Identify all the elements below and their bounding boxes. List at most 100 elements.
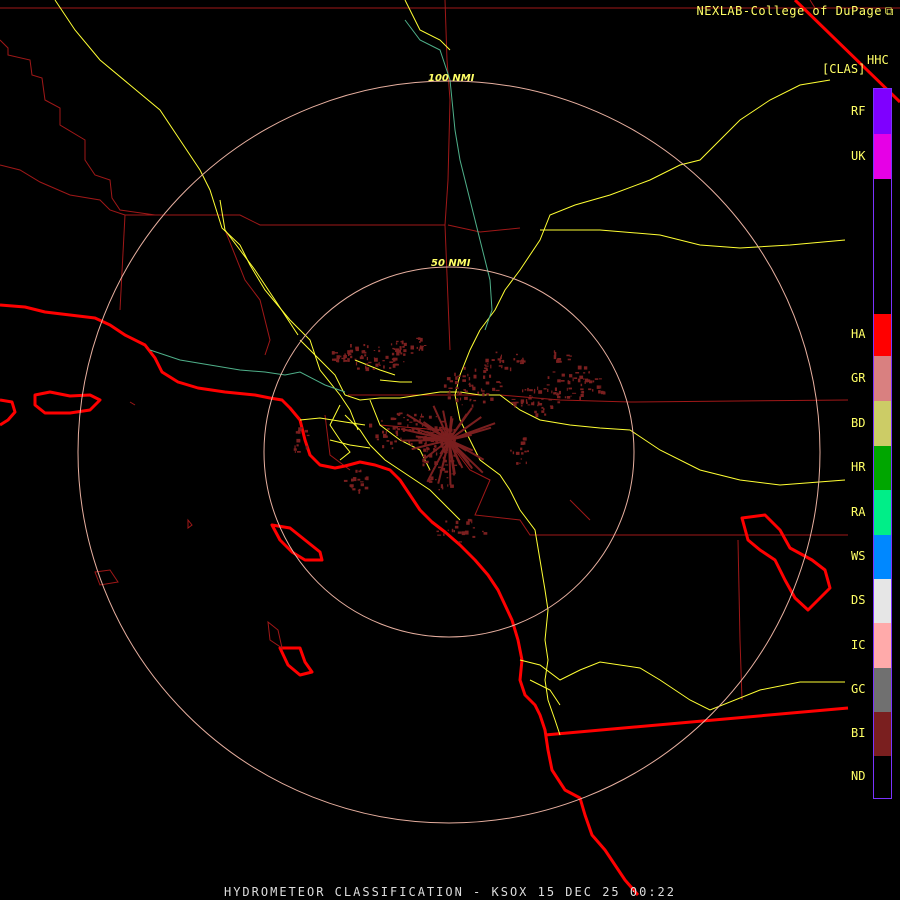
echo-pixel [306,434,310,437]
echo-pixel [588,388,592,391]
echo-pixel [347,350,349,355]
legend-swatch-gc [874,668,891,712]
echo-pixel [435,452,438,456]
credit-label: NEXLAB-College of DuPage ⧉ [697,5,894,17]
echo-pixel [471,404,474,408]
echo-pixel [366,345,369,349]
echo-pixel [385,430,387,434]
echo-pixel [402,345,405,348]
echo-pixel [544,413,547,416]
echo-pixel [477,391,480,395]
echo-pixel [490,397,494,401]
echo-pixel [510,449,512,452]
echo-pixel [391,447,394,450]
echo-pixel [397,428,401,431]
echo-pixel [541,397,544,400]
echo-pixel [455,387,459,389]
echo-pixel [533,401,535,406]
legend-swatch-ws [874,535,891,579]
echo-pixel [519,362,524,365]
county-boundaries [0,0,900,701]
echo-pixel [567,380,570,384]
echo-pixel [575,372,580,374]
echo-pixel [372,368,376,370]
echo-pixel [395,426,398,429]
product-title: HYDROMETEOR CLASSIFICATION - KSOX 15 DEC… [223,885,676,899]
echo-pixel [382,360,385,362]
echo-pixel [547,388,549,392]
echo-pixel [470,398,472,401]
echo-pixel [379,364,381,366]
echo-pixel [392,347,395,350]
legend-swatch-bi [874,712,891,756]
echo-pixel [366,363,369,365]
range-ring-label-50: 50 NMI [431,258,471,269]
echo-pixel [543,388,547,390]
echo-pixel [556,393,560,396]
echo-pixel [390,441,393,445]
echo-pixel [297,451,301,453]
echo-pixel [483,375,486,379]
echo-pixel [350,484,354,488]
echo-pixel [557,379,561,383]
echo-pixel [603,391,606,395]
echo-pixel [454,380,459,385]
echo-pixel [516,353,518,356]
echo-pixel [421,413,423,417]
echo-pixel [482,530,484,533]
echo-pixel [381,419,383,422]
echo-pixel [570,395,572,397]
echo-pixel [392,363,396,368]
echo-pixel [458,391,461,396]
echo-pixel [472,535,476,538]
echo-pixel [547,376,550,379]
echo-pixel [403,353,406,356]
echo-pixel [352,488,356,491]
echo-pixel [534,410,537,414]
radar-display: 50 NMI 100 NMI NEXLAB-College of DuPage ⧉… [0,0,900,900]
legend-label-bi: BI [851,726,866,740]
echo-pixel [574,377,578,379]
echo-pixel [447,396,451,400]
echo-pixel [473,374,477,379]
echo-pixel [440,484,443,488]
echo-pixel [455,520,459,525]
echo-pixel [410,442,413,446]
echo-pixel [537,401,540,406]
echo-pixel [580,388,584,391]
echo-pixel [397,422,402,425]
echo-pixel [521,452,524,455]
echo-pixel [395,342,398,345]
echo-pixel [396,351,400,356]
external-link-icon[interactable]: ⧉ [885,4,894,18]
echo-pixel [385,355,389,359]
echo-pixel [343,354,347,359]
echo-pixel [457,375,461,377]
echo-pixel [351,487,353,489]
echo-pixel [445,520,448,523]
echo-pixel [446,477,449,479]
echo-pixel [373,357,375,359]
echo-pixel [516,401,519,404]
legend-label-ds: DS [851,593,866,607]
echo-pixel [513,401,516,406]
echo-pixel [546,384,550,386]
legend-label-gr: GR [851,370,866,385]
echo-pixel [455,398,459,403]
echo-pixel [481,390,485,392]
echo-pixel [387,428,390,430]
echo-pixel [448,387,452,389]
echo-pixel [557,396,561,399]
echo-pixel [411,427,415,430]
echo-pixel [537,386,539,391]
credit-text: NEXLAB-College of DuPage [696,4,882,18]
echo-pixel [364,486,369,490]
echo-pixel [596,385,600,389]
echo-pixel [553,392,557,395]
echo-pixel [594,378,599,380]
echo-pixel [485,358,489,363]
echo-pixel [361,352,364,354]
echo-pixel [382,445,385,449]
echo-pixel [414,413,417,417]
echo-pixel [464,390,468,392]
